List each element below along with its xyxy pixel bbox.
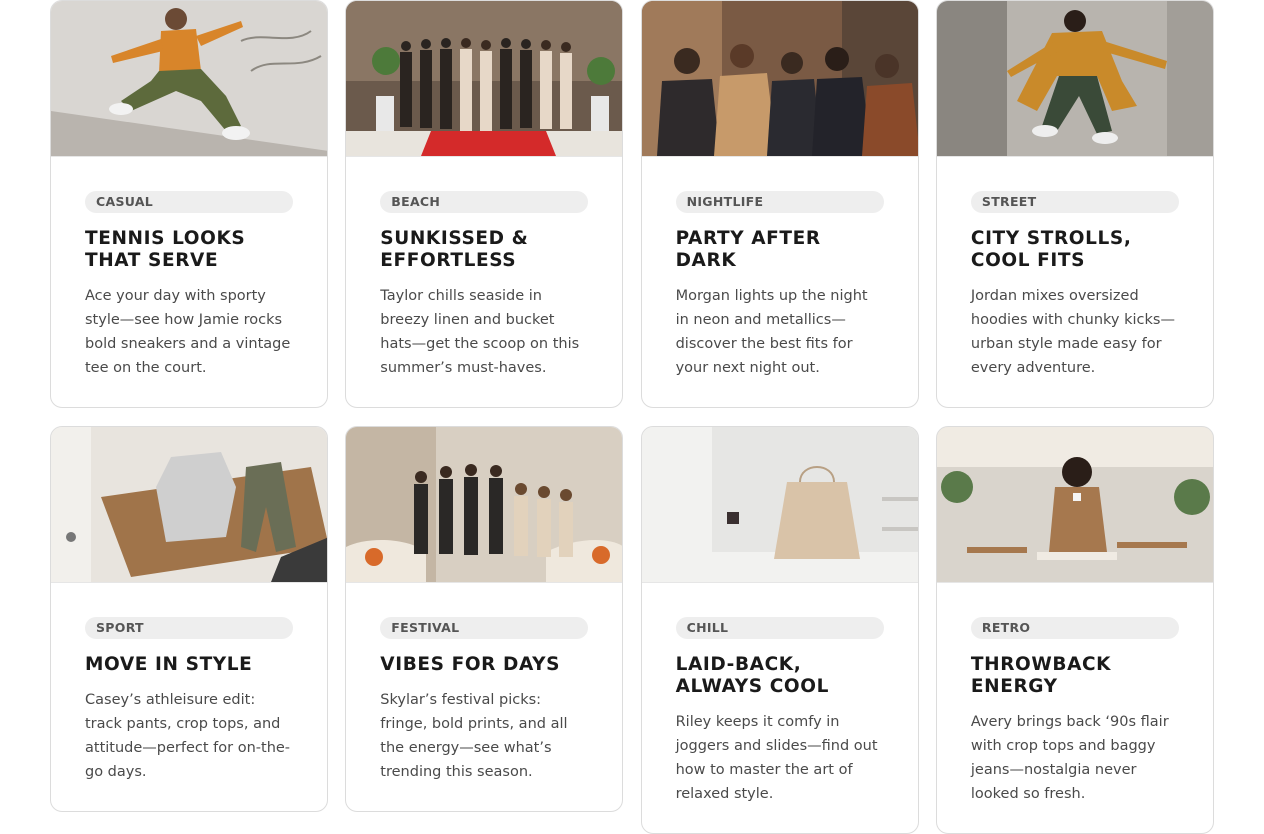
- article-card-beach[interactable]: BEACH SUNKISSED & EFFORTLESS Taylor chil…: [345, 0, 624, 408]
- card-image-street[interactable]: [936, 1, 1213, 157]
- photo-shopping-bag: [641, 427, 918, 582]
- article-card-street[interactable]: STREET CITY STROLLS, COOL FITS Jordan mi…: [935, 0, 1214, 408]
- category-tag: CASUAL: [85, 191, 293, 213]
- article-card-festival[interactable]: FESTIVAL VIBES FOR DAYS Skylar’s festiva…: [345, 426, 624, 812]
- photo-clothes-flatlay: [51, 427, 327, 582]
- photo-group-red-carpet: [346, 1, 623, 156]
- photo-party-crowd: [641, 1, 918, 156]
- card-image-festival[interactable]: [346, 427, 623, 583]
- card-description: Avery brings back ‘90s flair with crop t…: [970, 714, 1169, 802]
- category-tag: FESTIVAL: [380, 617, 589, 639]
- card-title: PARTY AFTER DARK: [675, 228, 821, 271]
- card-description: Morgan lights up the night in neon and m…: [675, 288, 868, 376]
- photo-cafe-woman: [936, 427, 1213, 582]
- photo-group-lounge: [346, 427, 623, 582]
- card-title: LAID-BACK, ALWAYS COOL: [675, 654, 829, 697]
- category-tag: NIGHTLIFE: [675, 191, 884, 213]
- card-title: SUNKISSED & EFFORTLESS: [380, 228, 529, 271]
- article-card-retro[interactable]: RETRO THROWBACK ENERGY Avery brings back…: [935, 426, 1214, 834]
- card-image-tennis[interactable]: [51, 1, 327, 157]
- card-description: Casey’s athleisure edit: track pants, cr…: [85, 692, 291, 780]
- category-tag: CHILL: [675, 617, 884, 639]
- category-tag: STREET: [970, 191, 1179, 213]
- card-image-nightlife[interactable]: [641, 1, 918, 157]
- category-tag: RETRO: [970, 617, 1179, 639]
- article-card-chill[interactable]: CHILL LAID-BACK, ALWAYS COOL Riley keeps…: [640, 426, 919, 834]
- photo-street-dancer: [936, 1, 1213, 156]
- card-image-chill[interactable]: [641, 427, 918, 583]
- card-title: CITY STROLLS, COOL FITS: [970, 228, 1132, 271]
- category-tag: BEACH: [380, 191, 589, 213]
- card-description: Riley keeps it comfy in joggers and slid…: [675, 714, 878, 802]
- article-card-nightlife[interactable]: NIGHTLIFE PARTY AFTER DARK Morgan lights…: [640, 0, 919, 408]
- card-description: Ace your day with sporty style—see how J…: [85, 288, 291, 376]
- category-tag: SPORT: [85, 617, 293, 639]
- article-card-grid: CASUAL TENNIS LOOKS THAT SERVE Ace your …: [50, 0, 1214, 834]
- photo-jumping-man: [51, 1, 327, 156]
- article-card-sport[interactable]: SPORT MOVE IN STYLE Casey’s athleisure e…: [50, 426, 328, 812]
- card-description: Taylor chills seaside in breezy linen an…: [380, 288, 580, 376]
- card-title: THROWBACK ENERGY: [970, 654, 1112, 697]
- card-description: Jordan mixes oversized hoodies with chun…: [970, 288, 1175, 376]
- card-image-beach[interactable]: [346, 1, 623, 157]
- card-description: Skylar’s festival picks: fringe, bold pr…: [380, 692, 568, 780]
- card-title: MOVE IN STYLE: [85, 654, 253, 675]
- card-title: TENNIS LOOKS THAT SERVE: [85, 228, 246, 271]
- article-card-tennis[interactable]: CASUAL TENNIS LOOKS THAT SERVE Ace your …: [50, 0, 328, 408]
- card-title: VIBES FOR DAYS: [380, 654, 561, 675]
- card-image-retro[interactable]: [936, 427, 1213, 583]
- card-image-sport[interactable]: [51, 427, 327, 583]
